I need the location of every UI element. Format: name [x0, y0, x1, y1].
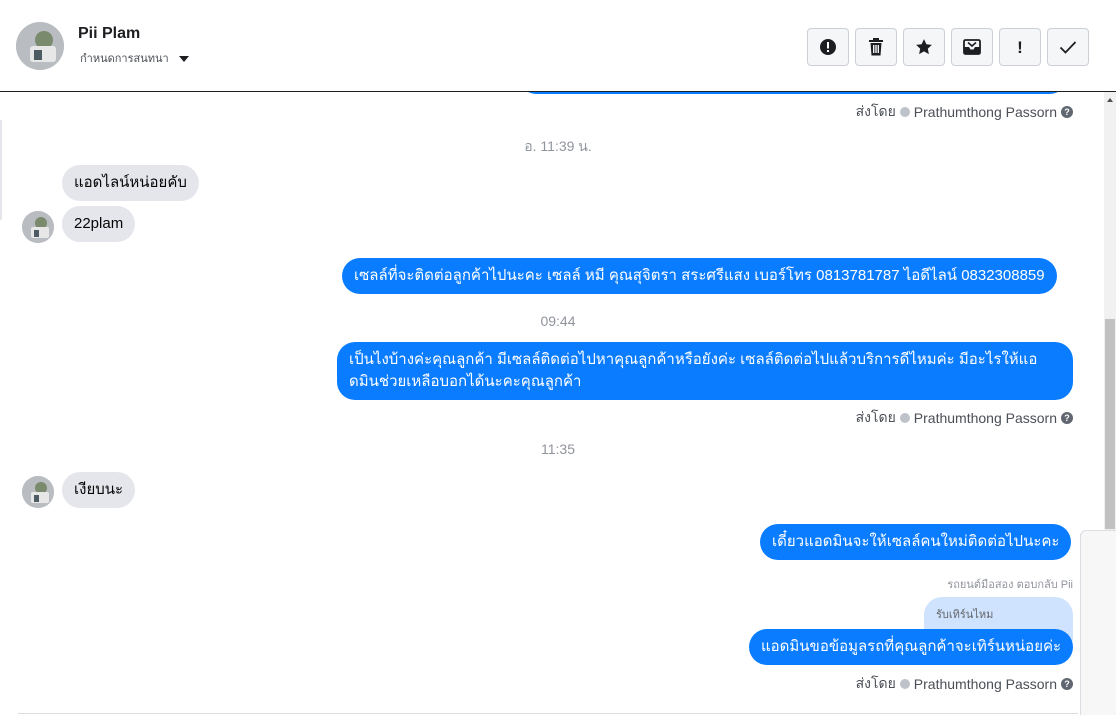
scroll-up-icon[interactable] [1107, 98, 1113, 102]
scrollbar-thumb[interactable] [1105, 319, 1115, 529]
contact-name[interactable]: Pii Plam [78, 25, 140, 43]
conversation-settings-label: กำหนดการสนทนา [80, 53, 169, 65]
outgoing-message-bubble[interactable]: แอดมินขอข้อมูลรถที่คุณลูกค้าจะเทิร์นหน่อ… [749, 629, 1074, 665]
composer-divider [18, 713, 1078, 714]
sent-by-line: ส่งโดย Prathumthong Passorn ? [856, 673, 1073, 695]
side-panel-edge[interactable] [1080, 530, 1116, 715]
star-icon [916, 39, 932, 55]
reply-context-label: รถยนต์มือสอง ตอบกลับ Pii [947, 579, 1073, 591]
outgoing-message-bubble[interactable]: เซลล์ที่จะติดต่อลูกค้าไปนะคะ เซลล์ หมี ค… [342, 258, 1057, 294]
contact-avatar[interactable] [16, 22, 64, 70]
message-thread[interactable]: ส่งโดย Prathumthong Passorn ? อ. 11:39 น… [0, 92, 1104, 715]
contact-avatar-small [22, 476, 54, 508]
outgoing-message-bubble[interactable]: เดี๋ยวแอดมินจะให้เซลล์คนใหม่ติดต่อไปนะคะ [760, 524, 1072, 560]
help-icon[interactable]: ? [1061, 106, 1073, 118]
report-button[interactable] [807, 28, 849, 66]
divider [0, 120, 2, 220]
outgoing-message-bubble [520, 92, 1066, 94]
conversation-settings-dropdown[interactable]: กำหนดการสนทนา [80, 49, 189, 67]
conversation-toolbar: ! [807, 28, 1089, 66]
sent-by-line: ส่งโดย Prathumthong Passorn ? [856, 101, 1073, 123]
contact-avatar-small [22, 211, 54, 243]
sent-by-label: ส่งโดย [855, 675, 896, 691]
inbox-move-icon [963, 39, 981, 55]
caret-down-icon [178, 55, 189, 62]
important-icon: ! [1017, 37, 1023, 57]
timestamp: 11:35 [541, 441, 575, 457]
verified-icon [899, 107, 910, 117]
move-to-inbox-button[interactable] [951, 28, 993, 66]
check-icon [1059, 41, 1077, 54]
help-icon[interactable]: ? [1061, 412, 1073, 424]
incoming-message-bubble[interactable]: เงียบนะ [62, 472, 136, 508]
sent-by-label: ส่งโดย [855, 409, 896, 425]
mark-important-button[interactable]: ! [999, 28, 1041, 66]
conversation-header: Pii Plam กำหนดการสนทนา ! [0, 0, 1116, 92]
incoming-message-bubble[interactable]: 22plam [62, 206, 136, 242]
outgoing-message-bubble[interactable]: เป็นไงบ้างค่ะคุณลูกค้า มีเซลล์ติดต่อไปหา… [337, 342, 1073, 400]
sent-by-label: ส่งโดย [855, 103, 896, 119]
mark-done-button[interactable] [1047, 28, 1089, 66]
trash-icon [869, 38, 883, 56]
star-button[interactable] [903, 28, 945, 66]
incoming-message-bubble[interactable]: แอดไลน์หน่อยคับ [62, 165, 199, 201]
sent-by-line: ส่งโดย Prathumthong Passorn ? [856, 407, 1073, 429]
timestamp: 09:44 [540, 313, 576, 329]
verified-icon [899, 679, 910, 689]
agent-name[interactable]: Prathumthong Passorn [914, 410, 1057, 426]
agent-name[interactable]: Prathumthong Passorn [914, 676, 1057, 692]
timestamp: อ. 11:39 น. [524, 138, 592, 154]
help-icon[interactable]: ? [1061, 678, 1073, 690]
agent-name[interactable]: Prathumthong Passorn [914, 104, 1057, 120]
report-icon [820, 39, 836, 55]
delete-button[interactable] [855, 28, 897, 66]
verified-icon [899, 413, 910, 423]
